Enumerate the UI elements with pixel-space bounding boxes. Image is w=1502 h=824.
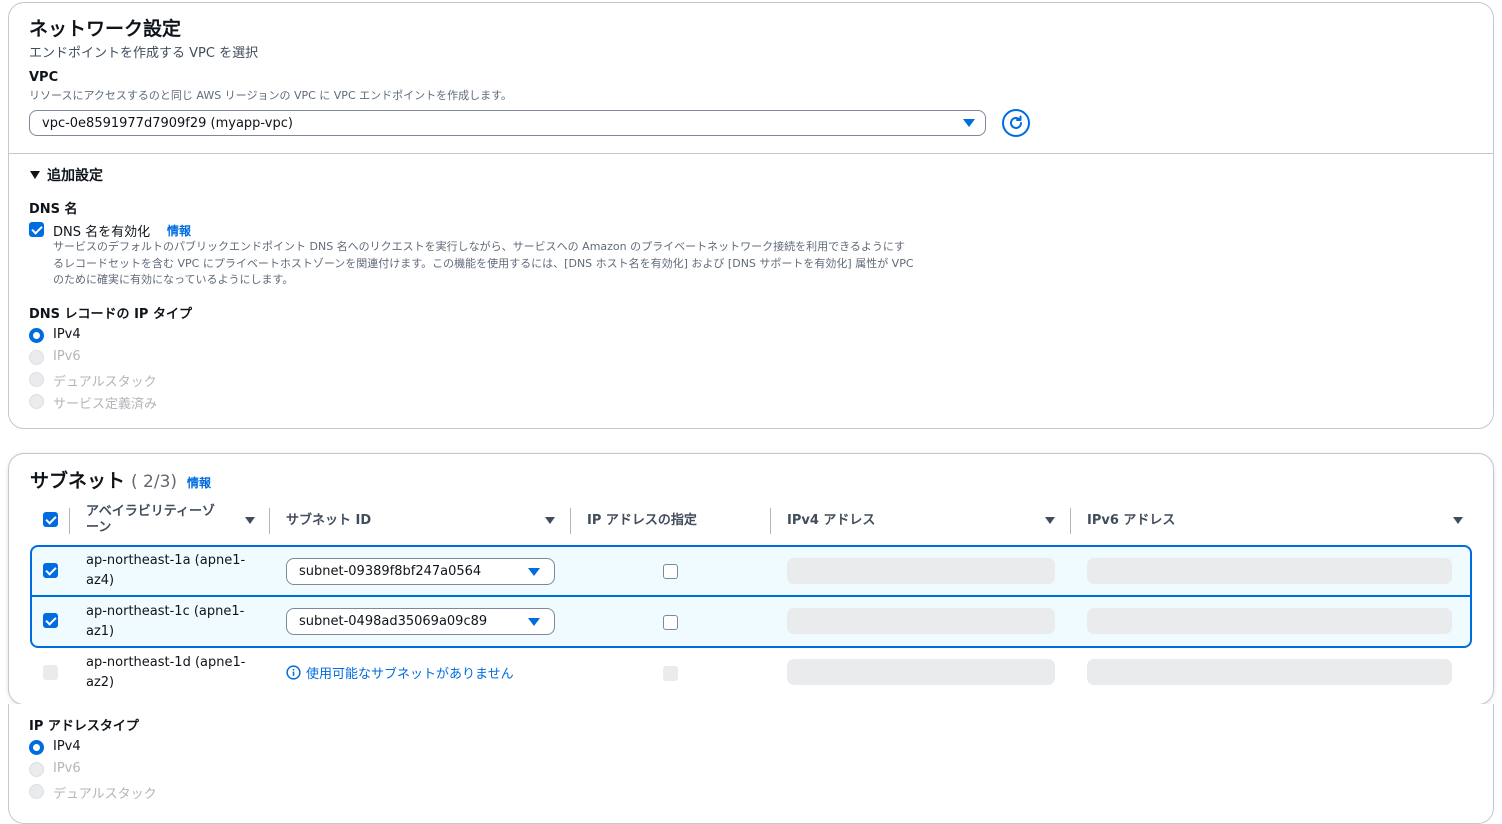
no-subnet-message: 使用可能なサブネットがありません [286,663,514,682]
dns-record-dualstack-label: デュアルスタック [53,375,157,390]
dns-help-line-2: るレコードセットを含む VPC にプライベートホストゾーンを関連付けます。この機… [53,257,914,270]
caret-down-icon [963,119,975,127]
dns-info-link[interactable]: 情報 [167,222,191,239]
dns-record-ipv4-label: IPv4 [53,327,81,342]
info-circle-icon [286,665,301,680]
dns-help-line-3: のために確実に有効になっているようにします。 [53,273,294,286]
sort-icon[interactable] [245,517,255,524]
subnet-count: ( 2/3) [131,472,178,492]
column-header-ipv6[interactable]: IPv6 アドレス [1087,513,1175,529]
ipv6-address-placeholder [1087,659,1452,685]
ipv4-address-placeholder [787,558,1055,584]
column-header-subnet-id[interactable]: サブネット ID [286,513,371,529]
subnet-info-link[interactable]: 情報 [187,474,211,491]
ip-spec-checkbox[interactable] [663,564,678,579]
row-az-line-2: az4) [86,573,115,588]
vpc-label: VPC [29,70,59,85]
subnet-header: サブネット ( 2/3) 情報 [30,466,211,493]
select-all-checkbox[interactable] [43,512,58,527]
dns-name-label: DNS 名 [29,202,78,217]
ipv4-address-placeholder [787,659,1055,685]
dns-help-line-1: サービスのデフォルトのパブリックエンドポイント DNS 名へのリクエストを実行し… [53,240,906,253]
dns-enable-checkbox[interactable] [29,222,44,237]
ip-type-ipv6-label: IPv6 [53,761,81,776]
row-az-line-1: ap-northeast-1d (apne1- [86,655,246,670]
dns-record-ipv6-label: IPv6 [53,349,81,364]
column-header-az-line-1: アベイラビリティーゾ [86,504,215,519]
refresh-button[interactable] [1002,109,1030,137]
row-az: ap-northeast-1a (apne1- az4) [86,551,245,591]
row-checkbox[interactable] [43,613,58,628]
column-divider [770,508,771,534]
ip-type-dualstack-label: デュアルスタック [53,787,157,802]
column-divider [1070,508,1071,534]
row-checkbox[interactable] [43,665,58,680]
column-header-ip-spec: IP アドレスの指定 [587,513,697,528]
caret-down-icon [30,171,40,179]
row-az-line-2: az1) [86,624,115,639]
dns-record-ip-type-label: DNS レコードの IP タイプ [29,307,192,322]
row-az: ap-northeast-1d (apne1- az2) [86,653,245,693]
ip-type-ipv6-radio[interactable] [29,762,44,777]
column-divider [570,508,571,534]
vpc-help-text: リソースにアクセスするのと同じ AWS リージョンの VPC に VPC エンド… [29,89,513,102]
ipv6-address-placeholder [1087,608,1452,634]
ip-spec-checkbox[interactable] [663,666,678,681]
sort-icon[interactable] [545,517,555,524]
column-divider [269,508,270,534]
column-header-ipv4[interactable]: IPv4 アドレス [787,513,875,529]
refresh-icon [1010,115,1022,129]
sort-icon[interactable] [1045,517,1055,524]
subnet-title: サブネット [30,470,126,492]
row-az: ap-northeast-1c (apne1- az1) [86,602,244,642]
ip-spec-checkbox[interactable] [663,615,678,630]
vpc-select[interactable]: vpc-0e8591977d7909f29 (myapp-vpc) [29,110,986,136]
ip-address-type-label: IP アドレスタイプ [29,719,139,734]
section-divider [9,153,1493,154]
ip-address-type-panel [8,704,1494,824]
subnet-select[interactable]: subnet-09389f8bf247a0564 [286,558,555,585]
sort-icon[interactable] [1453,517,1463,524]
column-header-az[interactable]: アベイラビリティーゾ ーン [86,504,215,536]
row-az-line-2: az2) [86,675,115,690]
row-az-line-1: ap-northeast-1c (apne1- [86,604,245,619]
caret-down-icon [528,567,540,576]
network-settings-title: ネットワーク設定 [29,18,182,40]
dns-enable-label: DNS 名を有効化 [53,225,151,240]
dns-record-service-defined-radio[interactable] [29,394,44,409]
network-settings-panel [8,2,1494,429]
ipv4-address-placeholder [787,608,1055,634]
row-az-line-1: ap-northeast-1a (apne1- [86,553,246,568]
additional-settings-label: 追加設定 [47,168,103,184]
dns-record-ipv4-radio[interactable] [29,328,44,343]
column-header-az-line-2: ーン [86,520,112,535]
ip-type-ipv4-radio[interactable] [29,740,44,755]
ip-type-ipv4-label: IPv4 [53,739,81,754]
no-subnet-text: 使用可能なサブネットがありません [306,667,514,682]
ip-type-dualstack-radio[interactable] [29,784,44,799]
row-checkbox[interactable] [43,563,58,578]
subnet-select-value: subnet-09389f8bf247a0564 [299,564,482,579]
caret-down-icon [528,617,540,626]
subnet-select[interactable]: subnet-0498ad35069a09c89 [286,608,555,635]
column-divider [69,508,70,534]
additional-settings-toggle[interactable]: 追加設定 [29,165,103,185]
ipv6-address-placeholder [1087,558,1452,584]
dns-record-service-defined-label: サービス定義済み [53,397,158,412]
network-settings-description: エンドポイントを作成する VPC を選択 [29,46,259,61]
subnet-select-value: subnet-0498ad35069a09c89 [299,614,488,629]
dns-record-dualstack-radio[interactable] [29,372,44,387]
dns-record-ipv6-radio[interactable] [29,350,44,365]
vpc-select-value: vpc-0e8591977d7909f29 (myapp-vpc) [42,115,293,131]
